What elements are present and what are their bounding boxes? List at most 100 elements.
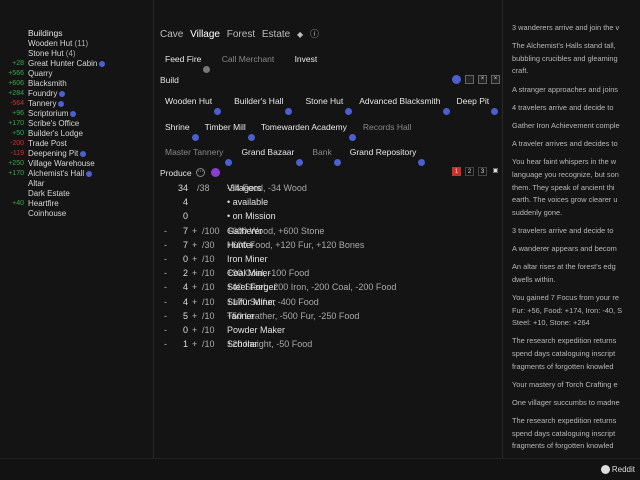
log-line: The research expedition returns <box>512 336 617 346</box>
more-icon[interactable]: ⋯ <box>196 168 205 177</box>
decrease-button[interactable]: - <box>164 311 167 321</box>
log-line: 3 wanderers arrive and join the v <box>512 23 620 32</box>
job-name: Scholar <box>227 339 258 350</box>
log-line: dwells within. <box>512 274 556 284</box>
tab-forest[interactable]: Forest <box>227 29 255 40</box>
build-button[interactable]: Deep Pit <box>452 93 499 115</box>
decrease-button[interactable]: - <box>164 282 167 292</box>
info-icon[interactable]: ⓘ <box>310 29 319 39</box>
build-button[interactable]: Records Hall <box>358 119 417 135</box>
build-button[interactable]: Master Tannery <box>160 144 233 166</box>
decrease-button[interactable]: - <box>164 325 167 335</box>
job-name: Powder Maker <box>227 324 286 335</box>
job-count: 4 <box>182 296 188 307</box>
build-badge-icon <box>452 75 461 84</box>
log-line: them. They speak of ancient thi <box>512 182 615 192</box>
gear-icon[interactable] <box>211 168 220 177</box>
log-line: fragments of forgotten knowled <box>512 441 614 451</box>
job-label: Coal Miner +90 Coal, -100 Food <box>227 268 309 278</box>
invest-button[interactable]: Invest <box>290 51 323 67</box>
building-count: (11) <box>72 39 89 48</box>
tab-estate[interactable]: Estate <box>262 29 290 40</box>
log-entry: You gained 7 Focus from your re Fur: +56,… <box>512 292 640 330</box>
building-item: Heartfire <box>28 199 105 209</box>
resource-rate: +96 <box>12 110 24 117</box>
increase-button[interactable]: + <box>192 325 197 335</box>
feed-fire-button[interactable]: Feed Fire <box>160 51 211 73</box>
build-button[interactable]: Wooden Hut <box>160 93 222 115</box>
job-label: Hunter +600 Food, +120 Fur, +120 Bones <box>227 240 364 250</box>
build-button[interactable]: Builder's Hall <box>229 93 293 115</box>
building-count: (4) <box>63 49 76 58</box>
page-1-button[interactable]: 1 <box>452 167 461 176</box>
increase-button[interactable]: + <box>192 226 197 236</box>
page-3-button[interactable]: 3 <box>478 167 487 176</box>
build-button-label: Bank <box>312 147 332 157</box>
building-item: Altar <box>28 179 105 189</box>
dismiss-icon[interactable]: × <box>491 75 500 84</box>
page-2-button[interactable]: 2 <box>465 167 474 176</box>
upgrade-badge-icon <box>86 170 93 177</box>
building-name: Heartfire <box>28 199 59 208</box>
available-badge-icon <box>345 108 353 115</box>
building-name: Great Hunter Cabin <box>28 59 98 68</box>
call-merchant-button[interactable]: Call Merchant <box>217 51 279 67</box>
decrease-button[interactable]: - <box>164 339 167 349</box>
build-button[interactable]: Stone Hut <box>300 93 353 115</box>
building-name: Stone Hut <box>28 49 64 58</box>
decrease-button[interactable]: - <box>164 226 167 236</box>
building-item: Tannery <box>28 99 105 109</box>
building-item: Quarry <box>28 69 105 79</box>
increase-button[interactable]: + <box>192 339 197 349</box>
increase-button[interactable]: + <box>192 282 197 292</box>
increase-button[interactable]: + <box>192 297 197 307</box>
build-button[interactable]: Shrine <box>160 119 199 141</box>
build-button[interactable]: Advanced Blacksmith <box>354 93 450 115</box>
build-button[interactable]: Tomewarden Academy <box>256 119 356 141</box>
increase-button[interactable]: + <box>192 240 197 250</box>
increase-button[interactable]: + <box>192 311 197 321</box>
build-button-label: Grand Repository <box>349 147 417 157</box>
log-line: One villager succumbs to madne <box>512 397 620 407</box>
increase-button[interactable]: + <box>192 268 197 278</box>
log-entry: The research expedition returns spend day… <box>512 415 640 453</box>
save-icon[interactable]: ▣ <box>491 167 500 176</box>
close-icon[interactable]: × <box>478 75 487 84</box>
tab-village[interactable]: Village <box>190 29 220 40</box>
job-cap: /10 <box>202 324 215 335</box>
log-entry: Your mastery of Torch Crafting e <box>512 379 640 392</box>
job-name: Sulfur Miner <box>227 296 276 307</box>
reddit-link[interactable]: Reddit <box>600 465 635 475</box>
building-name: Dark Estate <box>28 189 70 198</box>
build-button[interactable]: Grand Bazaar <box>236 144 304 166</box>
building-item: Alchemist's Hall <box>28 169 105 179</box>
build-row-2: Shrine Timber Mill Tomewarden Academy Recor… <box>160 119 417 141</box>
decrease-button[interactable]: - <box>164 268 167 278</box>
log-line: 3 travelers arrive and decide to <box>512 225 614 235</box>
job-row: - 4 + /10 Steel Forger +40 Steel, -200 Iron,… <box>160 282 500 296</box>
build-button-label: Shrine <box>165 122 190 132</box>
upgrade-badge-icon <box>59 90 66 97</box>
diamond-icon[interactable]: ◆ <box>297 30 303 39</box>
increase-button[interactable]: + <box>192 254 197 264</box>
available-badge-icon <box>348 134 356 141</box>
building-name: Builder's Lodge <box>28 129 83 138</box>
footer-bar: Reddit <box>0 458 640 480</box>
build-title: Build <box>160 75 179 85</box>
job-name: Hunter <box>227 239 255 250</box>
log-line: craft. <box>512 66 529 76</box>
decrease-button[interactable]: - <box>164 254 167 264</box>
resource-rate: +566 <box>8 70 24 77</box>
resource-rate: +50 <box>12 130 24 137</box>
upgrade-badge-icon <box>80 150 87 157</box>
decrease-button[interactable]: - <box>164 297 167 307</box>
tab-cave[interactable]: Cave <box>160 29 183 40</box>
decrease-button[interactable]: - <box>164 240 167 250</box>
log-entry: You hear faint whispers in the w language… <box>512 156 640 219</box>
build-button[interactable]: Timber Mill <box>200 119 255 141</box>
build-button[interactable]: Grand Repository <box>345 144 426 166</box>
log-line: bubbling crucibles and gleaming <box>512 53 618 63</box>
toggle-box-icon[interactable] <box>465 75 474 84</box>
build-button[interactable]: Bank <box>307 144 341 166</box>
job-name: Coal Miner <box>227 268 271 279</box>
